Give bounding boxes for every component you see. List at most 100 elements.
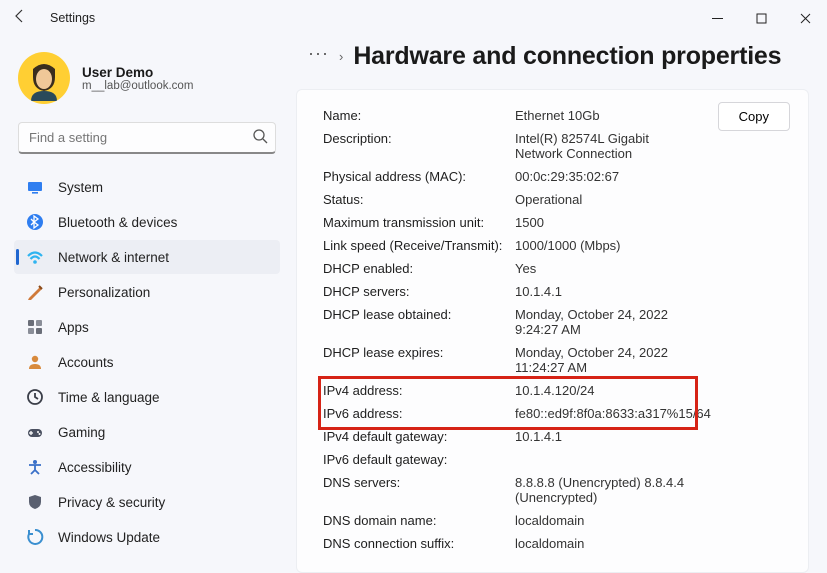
property-value: Intel(R) 82574L Gigabit Network Connecti… [515, 131, 685, 161]
property-key: IPv6 address: [323, 406, 515, 421]
sidebar-item-update[interactable]: Windows Update [14, 520, 280, 554]
titlebar: Settings [0, 0, 827, 36]
close-button[interactable] [783, 3, 827, 33]
property-value: Ethernet 10Gb [515, 108, 685, 123]
nav-list: System Bluetooth & devices Network & inter… [14, 170, 280, 554]
property-key: DHCP lease obtained: [323, 307, 515, 337]
property-value: Monday, October 24, 2022 11:24:27 AM [515, 345, 685, 375]
chevron-right-icon: › [339, 49, 343, 64]
property-row: Maximum transmission unit:1500 [323, 211, 790, 234]
breadcrumb-more-button[interactable]: ··· [308, 43, 329, 70]
search-input[interactable] [18, 122, 276, 154]
system-icon [26, 178, 44, 196]
property-value: 1000/1000 (Mbps) [515, 238, 685, 253]
sidebar-item-label: Apps [58, 320, 89, 335]
privacy-icon [26, 493, 44, 511]
property-row: IPv4 address:10.1.4.120/24 [323, 379, 790, 402]
properties-panel: Copy Name:Ethernet 10GbDescription:Intel… [296, 89, 809, 573]
property-key: DNS servers: [323, 475, 515, 505]
sidebar-item-personalization[interactable]: Personalization [14, 275, 280, 309]
property-value [515, 452, 685, 467]
accessibility-icon [26, 458, 44, 476]
sidebar-item-label: Privacy & security [58, 495, 165, 510]
back-button[interactable] [8, 8, 32, 28]
property-key: IPv4 address: [323, 383, 515, 398]
maximize-button[interactable] [739, 3, 783, 33]
time-icon [26, 388, 44, 406]
property-row: IPv6 address:fe80::ed9f:8f0a:8633:a317%1… [323, 402, 790, 425]
search-icon [252, 128, 268, 147]
sidebar-item-accessibility[interactable]: Accessibility [14, 450, 280, 484]
copy-button[interactable]: Copy [718, 102, 790, 131]
accounts-icon [26, 353, 44, 371]
page-title: Hardware and connection properties [353, 42, 781, 71]
property-value: localdomain [515, 536, 685, 551]
sidebar-item-time[interactable]: Time & language [14, 380, 280, 414]
property-value: 00:0c:29:35:02:67 [515, 169, 685, 184]
apps-icon [26, 318, 44, 336]
gaming-icon [26, 423, 44, 441]
property-key: DHCP servers: [323, 284, 515, 299]
property-value: 8.8.8.8 (Unencrypted) 8.8.4.4 (Unencrypt… [515, 475, 685, 505]
sidebar-item-label: System [58, 180, 103, 195]
property-key: IPv6 default gateway: [323, 452, 515, 467]
property-key: DHCP lease expires: [323, 345, 515, 375]
breadcrumb: ··· › Hardware and connection properties [296, 42, 809, 71]
property-row: DNS domain name:localdomain [323, 509, 790, 532]
property-value: localdomain [515, 513, 685, 528]
property-value: fe80::ed9f:8f0a:8633:a317%15/64 [515, 406, 685, 421]
sidebar-item-gaming[interactable]: Gaming [14, 415, 280, 449]
sidebar: User Demo m__lab@outlook.com System Bluet… [0, 36, 290, 573]
sidebar-item-label: Accounts [58, 355, 114, 370]
property-value: 1500 [515, 215, 685, 230]
property-row: DNS connection suffix:localdomain [323, 532, 790, 555]
property-value: 10.1.4.120/24 [515, 383, 685, 398]
property-key: DHCP enabled: [323, 261, 515, 276]
user-name: User Demo [82, 65, 193, 80]
sidebar-item-accounts[interactable]: Accounts [14, 345, 280, 379]
sidebar-item-label: Windows Update [58, 530, 160, 545]
property-value: Yes [515, 261, 685, 276]
property-row: DHCP lease obtained:Monday, October 24, … [323, 303, 790, 341]
window-title: Settings [50, 11, 95, 25]
main-content: ··· › Hardware and connection properties… [290, 36, 827, 573]
property-row: DHCP servers:10.1.4.1 [323, 280, 790, 303]
property-key: Name: [323, 108, 515, 123]
user-email: m__lab@outlook.com [82, 80, 193, 92]
update-icon [26, 528, 44, 546]
sidebar-item-label: Personalization [58, 285, 150, 300]
sidebar-item-label: Bluetooth & devices [58, 215, 177, 230]
sidebar-item-privacy[interactable]: Privacy & security [14, 485, 280, 519]
property-key: IPv4 default gateway: [323, 429, 515, 444]
sidebar-item-system[interactable]: System [14, 170, 280, 204]
sidebar-item-apps[interactable]: Apps [14, 310, 280, 344]
sidebar-item-label: Gaming [58, 425, 105, 440]
property-row: IPv4 default gateway:10.1.4.1 [323, 425, 790, 448]
sidebar-item-label: Accessibility [58, 460, 132, 475]
property-value: Operational [515, 192, 685, 207]
sidebar-item-bluetooth[interactable]: Bluetooth & devices [14, 205, 280, 239]
property-key: DNS domain name: [323, 513, 515, 528]
property-row: Physical address (MAC):00:0c:29:35:02:67 [323, 165, 790, 188]
property-row: DHCP enabled:Yes [323, 257, 790, 280]
property-row: Link speed (Receive/Transmit):1000/1000 … [323, 234, 790, 257]
avatar [18, 52, 70, 104]
property-row: Description:Intel(R) 82574L Gigabit Netw… [323, 127, 790, 165]
property-row: DNS servers:8.8.8.8 (Unencrypted) 8.8.4.… [323, 471, 790, 509]
property-key: Physical address (MAC): [323, 169, 515, 184]
property-value: 10.1.4.1 [515, 429, 685, 444]
sidebar-item-label: Time & language [58, 390, 160, 405]
sidebar-item-network[interactable]: Network & internet [14, 240, 280, 274]
minimize-button[interactable] [695, 3, 739, 33]
property-row: IPv6 default gateway: [323, 448, 790, 471]
user-block[interactable]: User Demo m__lab@outlook.com [14, 46, 280, 122]
property-key: Link speed (Receive/Transmit): [323, 238, 515, 253]
property-row: Status:Operational [323, 188, 790, 211]
wifi-icon [26, 248, 44, 266]
personalization-icon [26, 283, 44, 301]
property-value: Monday, October 24, 2022 9:24:27 AM [515, 307, 685, 337]
bluetooth-icon [26, 213, 44, 231]
property-key: Status: [323, 192, 515, 207]
property-key: Description: [323, 131, 515, 161]
property-value: 10.1.4.1 [515, 284, 685, 299]
